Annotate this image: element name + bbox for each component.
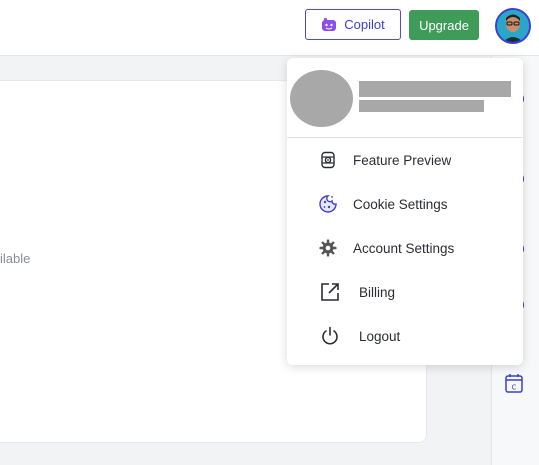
feature-preview-icon bbox=[318, 150, 338, 170]
menu-item-feature-preview[interactable]: Feature Preview bbox=[287, 142, 523, 178]
profile-avatar-redacted bbox=[290, 70, 353, 127]
card-text-fragment: ilable bbox=[0, 251, 31, 266]
copilot-label: Copilot bbox=[344, 17, 385, 32]
menu-item-logout[interactable]: Logout bbox=[287, 318, 523, 354]
profile-name-redacted bbox=[359, 81, 511, 97]
gear-icon bbox=[318, 238, 338, 258]
avatar bbox=[497, 10, 529, 42]
upgrade-button[interactable]: Upgrade bbox=[409, 10, 479, 40]
profile-email-redacted bbox=[359, 100, 484, 112]
menu-item-label: Cookie Settings bbox=[353, 196, 448, 212]
menu-item-label: Account Settings bbox=[353, 240, 455, 256]
menu-item-billing[interactable]: Billing bbox=[287, 274, 523, 310]
menu-item-label: Feature Preview bbox=[353, 152, 452, 168]
profile-header bbox=[287, 58, 523, 138]
menu-item-account-settings[interactable]: Account Settings bbox=[287, 230, 523, 266]
cookie-icon bbox=[318, 194, 338, 214]
profile-dropdown-menu: Feature Preview Cookie Settings Account … bbox=[287, 58, 523, 365]
top-bar: Copilot Upgrade bbox=[0, 0, 539, 56]
calendar-icon[interactable]: C bbox=[505, 373, 523, 393]
copilot-button[interactable]: Copilot bbox=[305, 9, 401, 40]
menu-item-label: Logout bbox=[359, 328, 401, 344]
user-avatar-button[interactable] bbox=[495, 8, 531, 44]
copilot-icon bbox=[322, 17, 337, 31]
external-link-icon bbox=[320, 282, 340, 302]
menu-item-label: Billing bbox=[359, 284, 396, 300]
menu-item-cookie-settings[interactable]: Cookie Settings bbox=[287, 186, 523, 222]
power-icon bbox=[320, 326, 340, 346]
svg-text:C: C bbox=[512, 384, 517, 392]
